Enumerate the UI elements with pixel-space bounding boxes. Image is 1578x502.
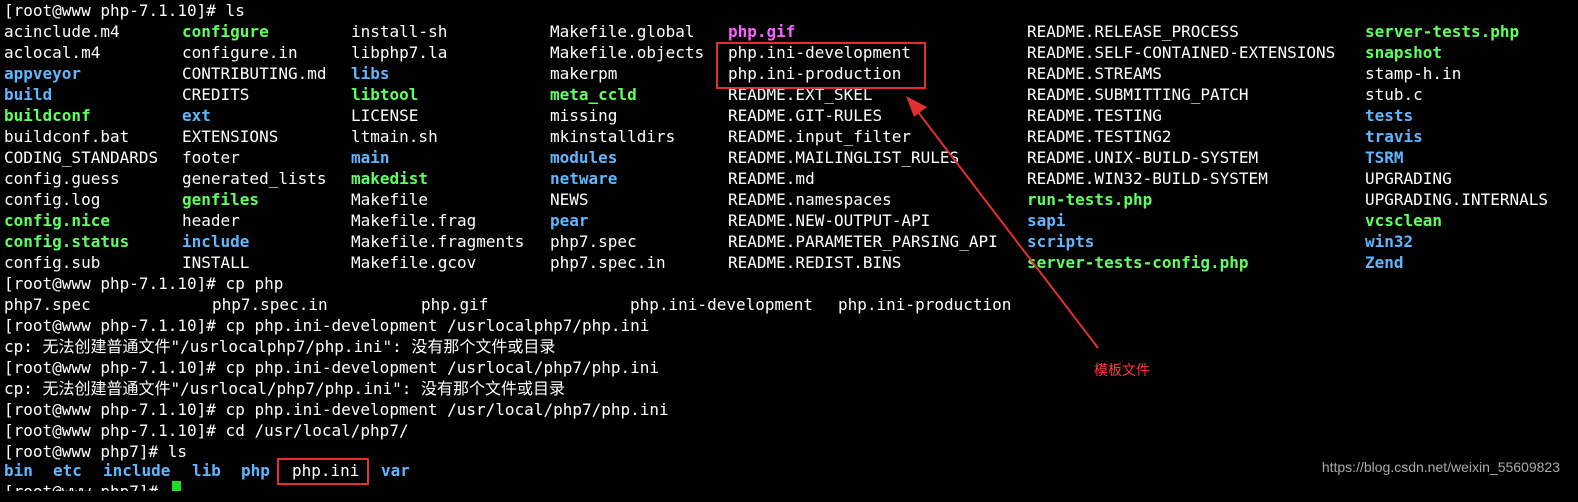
watermark: https://blog.csdn.net/weixin_55609823	[1321, 459, 1560, 475]
annotation-arrow	[906, 96, 1099, 349]
annotation-label: 模板文件	[1094, 363, 1150, 379]
arrow-head	[906, 96, 927, 117]
arrow-shaft	[917, 111, 1099, 349]
